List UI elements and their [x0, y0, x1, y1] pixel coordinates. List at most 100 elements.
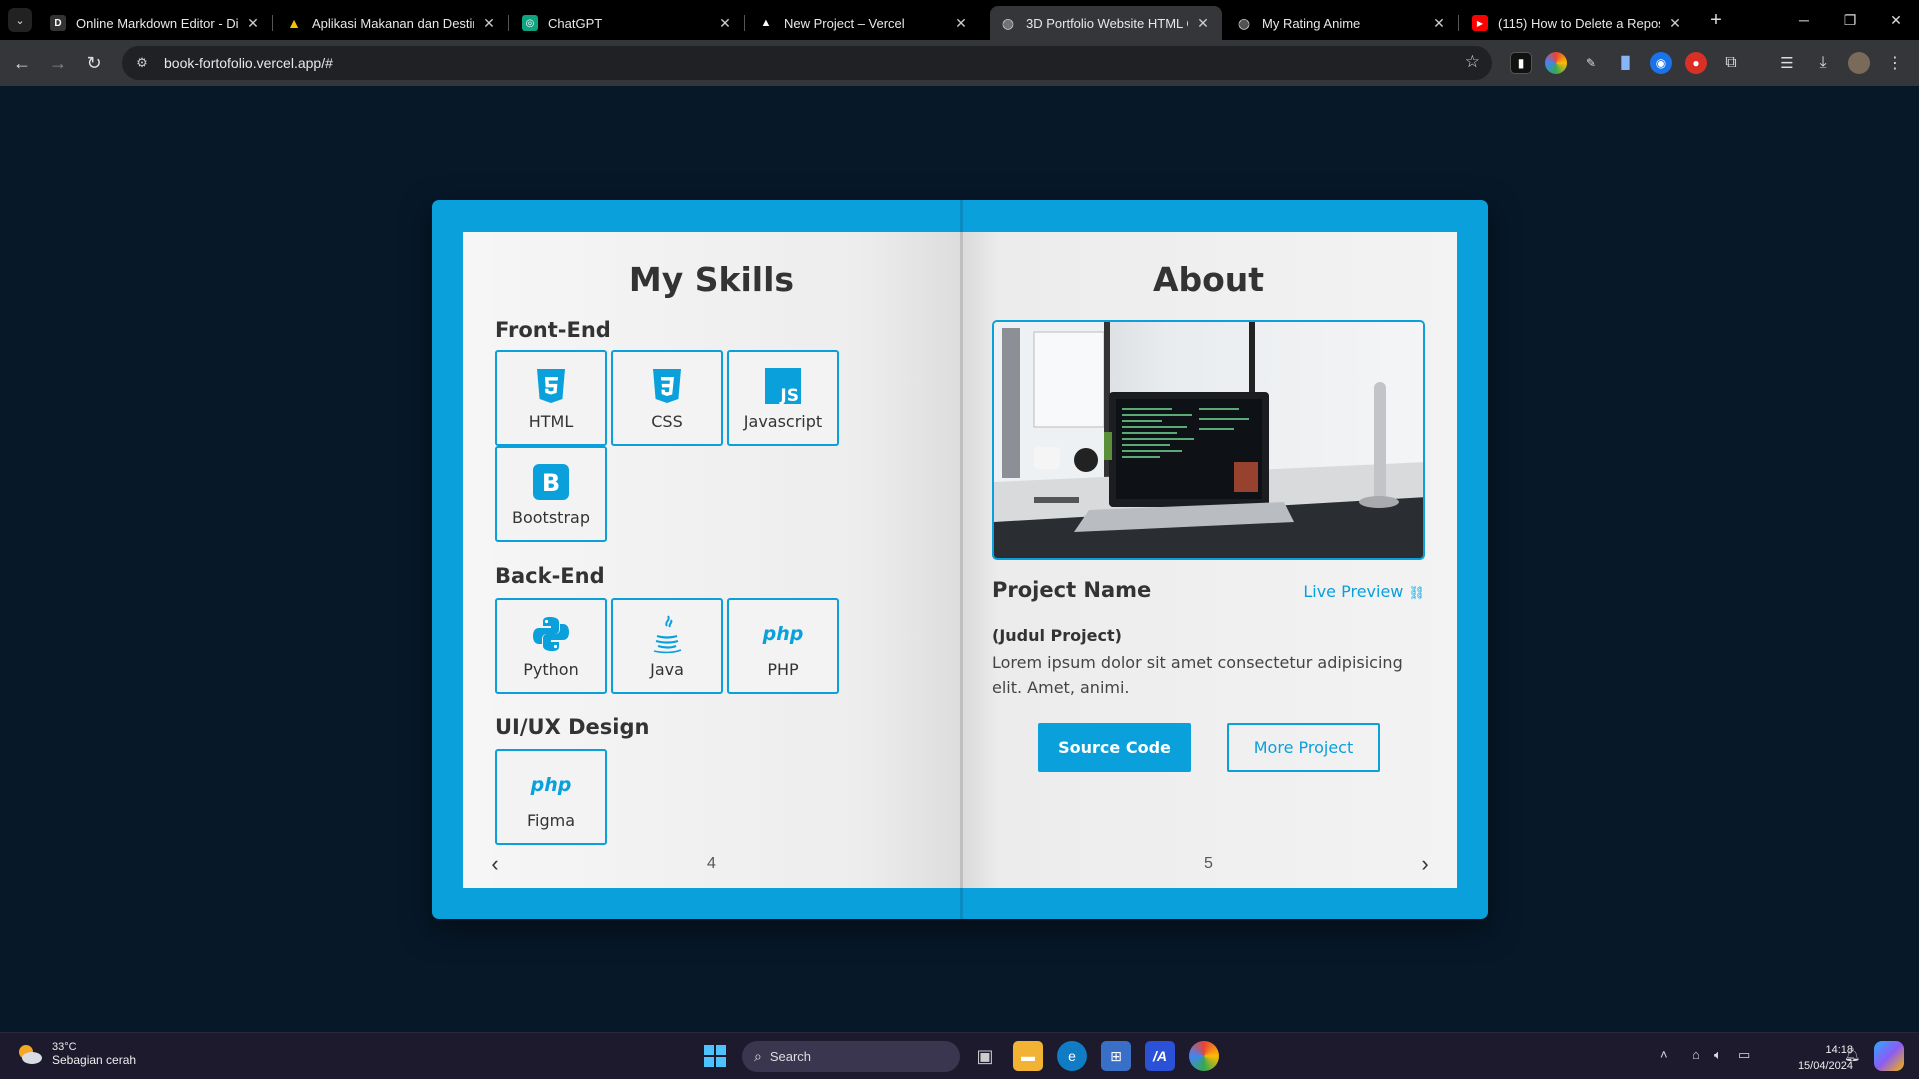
- skill-card-bootstrap: B Bootstrap: [495, 446, 607, 542]
- dillinger-icon: D: [50, 15, 66, 31]
- drive-icon: ▲: [287, 15, 301, 31]
- taskbar-search[interactable]: ⌕ Search: [742, 1041, 960, 1072]
- extension-icon[interactable]: ●: [1685, 52, 1707, 74]
- close-window-button[interactable]: ✕: [1876, 6, 1916, 34]
- search-icon: ⌕: [754, 1048, 762, 1064]
- skill-label: Figma: [526, 810, 576, 830]
- portfolio-book: My Skills Front-End HTML CSS JS Javascri…: [432, 200, 1488, 919]
- tab-chatgpt[interactable]: ◎ ChatGPT ✕: [512, 6, 745, 40]
- page-number: 4: [707, 855, 716, 872]
- tab-search-button[interactable]: ⌄: [8, 8, 32, 32]
- minimize-button[interactable]: ─: [1784, 6, 1824, 34]
- frontend-title: Front-End: [495, 318, 611, 342]
- tab-vercel[interactable]: ▲ New Project – Vercel ✕: [748, 6, 980, 40]
- profile-avatar[interactable]: [1848, 52, 1870, 74]
- skill-label: HTML: [528, 411, 574, 431]
- windows-taskbar: 33°C Sebagian cerah ⌕ Search ▣ ▬ e ⊞ /A …: [0, 1032, 1919, 1079]
- show-hidden-icons-icon[interactable]: ˄: [1660, 1047, 1668, 1062]
- chrome-icon[interactable]: [1189, 1041, 1219, 1071]
- site-info-icon[interactable]: ⚙: [132, 55, 152, 71]
- notification-bell-icon[interactable]: 🔔︎: [1844, 1047, 1861, 1063]
- right-page: About Project Name Live Preview ⛓ (Judul…: [960, 232, 1457, 888]
- skill-label: Javascript: [743, 411, 823, 431]
- extension-icon[interactable]: ▉: [1615, 52, 1637, 74]
- new-tab-button[interactable]: +: [1704, 8, 1728, 32]
- link-icon: ⛓: [1408, 586, 1425, 601]
- tab-title: 3D Portfolio Website HTML CSS: [1026, 15, 1188, 31]
- close-icon[interactable]: ✕: [952, 15, 970, 32]
- vercel-icon: ▲: [760, 17, 772, 29]
- project-image: [992, 320, 1425, 560]
- tab-title: Aplikasi Makanan dan Destinasi: [312, 15, 474, 31]
- next-page-button[interactable]: ›: [1413, 852, 1437, 876]
- battery-icon[interactable]: ▭: [1738, 1047, 1750, 1063]
- network-icon[interactable]: ⌂: [1692, 1047, 1700, 1062]
- project-description: Lorem ipsum dolor sit amet consectetur a…: [992, 653, 1403, 697]
- php-icon: php: [528, 765, 574, 805]
- close-icon[interactable]: ✕: [480, 15, 498, 32]
- copilot-icon[interactable]: [1874, 1041, 1904, 1071]
- skill-label: Java: [650, 659, 684, 679]
- extension-icon[interactable]: ▮: [1510, 52, 1532, 74]
- skill-label: Python: [523, 659, 579, 679]
- skill-card-javascript: JS Javascript: [727, 350, 839, 446]
- page-number: 5: [1204, 855, 1213, 872]
- close-icon[interactable]: ✕: [244, 15, 262, 32]
- download-icon[interactable]: ⤓: [1812, 52, 1834, 74]
- close-icon[interactable]: ✕: [1666, 15, 1684, 32]
- tab-title: (115) How to Delete a Repository: [1498, 15, 1660, 31]
- forward-button[interactable]: →: [44, 49, 72, 77]
- volume-icon[interactable]: 🔈︎: [1714, 1047, 1722, 1063]
- tab-dillinger[interactable]: D Online Markdown Editor - Dillinger ✕: [40, 6, 273, 40]
- python-icon: [532, 614, 570, 654]
- skill-label: PHP: [767, 659, 799, 679]
- back-button[interactable]: ←: [8, 49, 36, 77]
- file-explorer-icon[interactable]: ▬: [1013, 1041, 1043, 1071]
- tab-rating-anime[interactable]: ◍ My Rating Anime ✕: [1226, 6, 1459, 40]
- skill-card-php: php PHP: [727, 598, 839, 694]
- skill-label: Bootstrap: [512, 507, 590, 527]
- svg-text:php: php: [762, 623, 804, 645]
- close-icon[interactable]: ✕: [1430, 15, 1448, 32]
- extension-icon[interactable]: [1545, 52, 1567, 74]
- tab-youtube[interactable]: ▶ (115) How to Delete a Repository ✕: [1462, 6, 1694, 40]
- more-project-button[interactable]: More Project: [1227, 723, 1380, 772]
- bookmark-star-icon[interactable]: ☆: [1465, 52, 1480, 72]
- youtube-icon: ▶: [1472, 15, 1488, 31]
- edge-icon[interactable]: e: [1057, 1041, 1087, 1071]
- page-viewport: My Skills Front-End HTML CSS JS Javascri…: [0, 86, 1919, 1032]
- menu-icon[interactable]: ⋮: [1884, 52, 1906, 74]
- php-icon: php: [760, 614, 806, 654]
- weather-widget[interactable]: 33°C Sebagian cerah: [16, 1041, 136, 1067]
- extension-icon[interactable]: ◉: [1650, 52, 1672, 74]
- partly-sunny-icon: [16, 1043, 44, 1065]
- backend-title: Back-End: [495, 564, 605, 588]
- skill-card-python: Python: [495, 598, 607, 694]
- close-icon[interactable]: ✕: [1194, 15, 1212, 32]
- close-icon[interactable]: ✕: [716, 15, 734, 32]
- vscode-icon[interactable]: /A: [1145, 1041, 1175, 1071]
- tab-title: Online Markdown Editor - Dillinger: [76, 15, 238, 31]
- address-bar[interactable]: ⚙ book-fortofolio.vercel.app/# ☆: [122, 46, 1492, 80]
- reload-button[interactable]: ↻: [80, 49, 108, 77]
- live-preview-link[interactable]: Live Preview ⛓: [1303, 582, 1425, 601]
- media-control-icon[interactable]: ☰: [1776, 52, 1798, 74]
- source-code-button[interactable]: Source Code: [1038, 723, 1191, 772]
- tab-portfolio[interactable]: ◍ 3D Portfolio Website HTML CSS ✕: [990, 6, 1222, 40]
- restore-button[interactable]: ❐: [1830, 6, 1870, 34]
- extensions-puzzle-icon[interactable]: ⧉: [1720, 52, 1742, 74]
- uiux-title: UI/UX Design: [495, 715, 650, 739]
- svg-text:B: B: [542, 469, 560, 497]
- task-view-icon[interactable]: ▣: [970, 1041, 1000, 1071]
- url-text[interactable]: book-fortofolio.vercel.app/#: [164, 55, 333, 71]
- browser-toolbar: ← → ↻ ⚙ book-fortofolio.vercel.app/# ☆ ▮…: [0, 40, 1919, 86]
- svg-text:JS: JS: [779, 386, 799, 404]
- windows-start-icon[interactable]: [700, 1041, 730, 1071]
- tab-aplikasi[interactable]: ▲ Aplikasi Makanan dan Destinasi ✕: [276, 6, 509, 40]
- weather-condition: Sebagian cerah: [52, 1053, 137, 1067]
- html5-icon: [536, 366, 566, 406]
- microsoft-store-icon[interactable]: ⊞: [1101, 1041, 1131, 1071]
- color-picker-icon[interactable]: ✎: [1580, 52, 1602, 74]
- page-title: About: [1152, 260, 1265, 299]
- left-page: My Skills Front-End HTML CSS JS Javascri…: [463, 232, 960, 888]
